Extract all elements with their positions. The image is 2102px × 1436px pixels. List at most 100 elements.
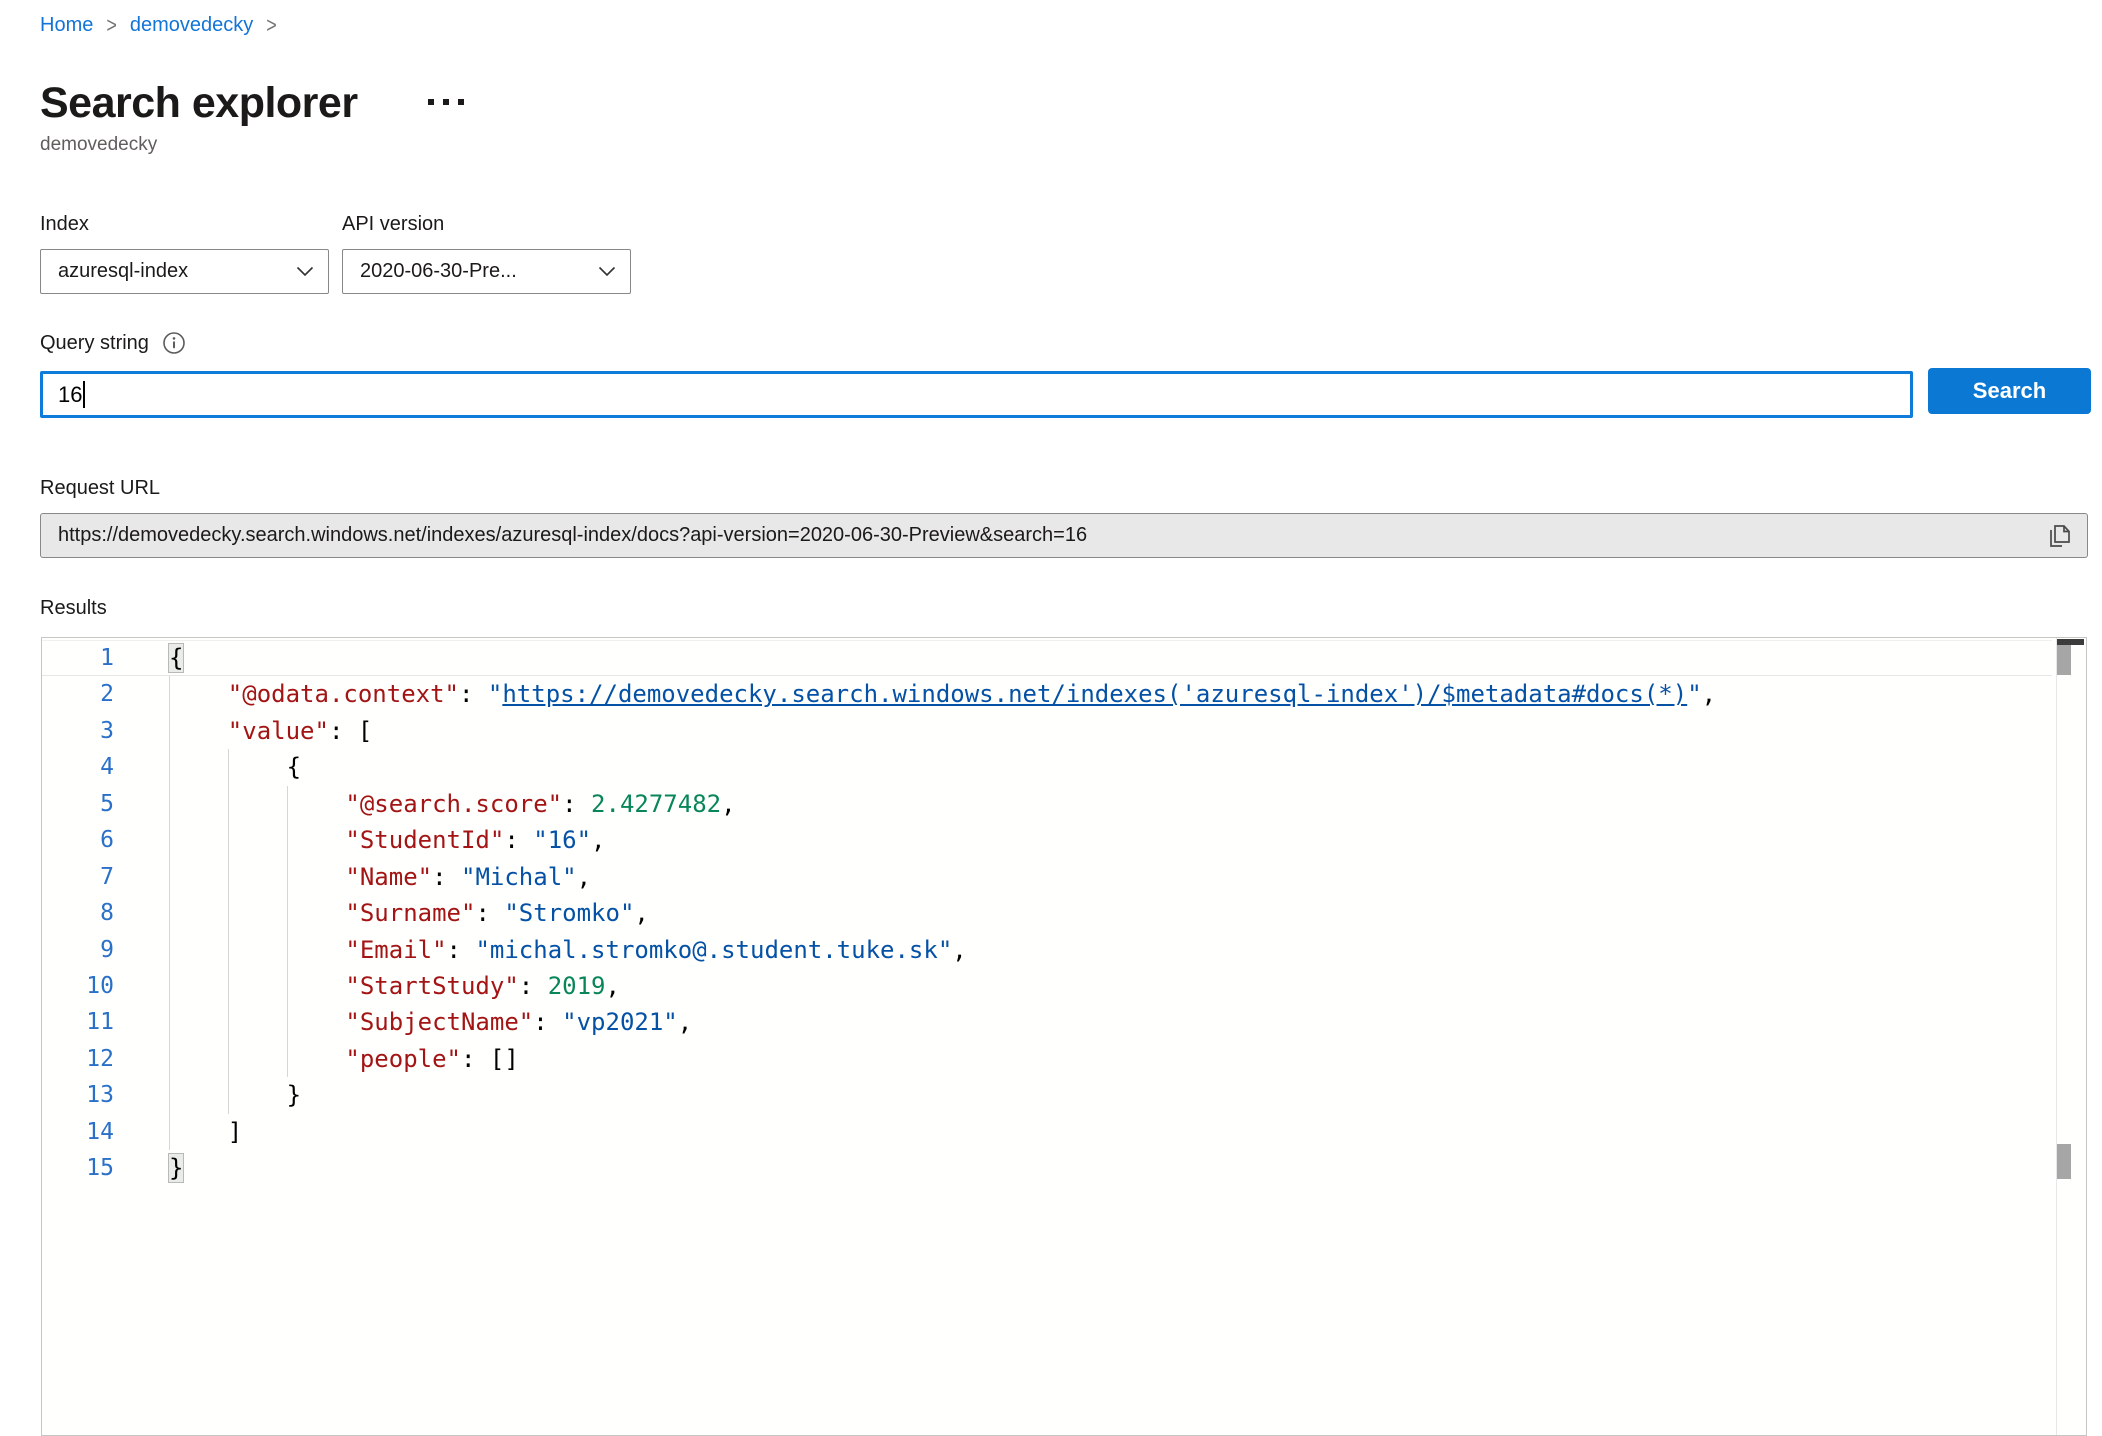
- indent-guide: [169, 822, 228, 858]
- editor-scrollbar-thumb[interactable]: [2057, 645, 2071, 675]
- tokens: "Name": "Michal",: [345, 859, 591, 895]
- tokens: "StudentId": "16",: [345, 822, 605, 858]
- tokens: "value": [: [228, 713, 373, 749]
- breadcrumb-chevron-icon: >: [106, 12, 117, 38]
- code-line: 2"@odata.context": "https://demovedecky.…: [42, 676, 2052, 712]
- more-options-icon[interactable]: [428, 99, 464, 105]
- tokens: {: [169, 641, 183, 675]
- indent-guide: [287, 859, 346, 895]
- indent-guide: [169, 859, 228, 895]
- indent-guide: [169, 968, 228, 1004]
- code-line-content: "Surname": "Stromko",: [169, 895, 2052, 931]
- index-dropdown[interactable]: azuresql-index: [40, 249, 329, 294]
- json-token: ": [488, 680, 502, 708]
- query-string-input[interactable]: 16: [40, 371, 1913, 418]
- breadcrumb-link-demovedecky[interactable]: demovedecky: [130, 14, 253, 37]
- code-line: 12"people": []: [42, 1041, 2052, 1077]
- copy-icon[interactable]: [2045, 520, 2075, 552]
- json-token: ,: [577, 863, 591, 891]
- code-line: 9"Email": "michal.stromko@.student.tuke.…: [42, 932, 2052, 968]
- tokens: {: [287, 749, 301, 785]
- line-number: 4: [42, 749, 169, 785]
- chevron-down-icon: [296, 266, 314, 277]
- json-token: : [: [329, 717, 372, 745]
- line-number: 8: [42, 895, 169, 931]
- line-number: 15: [42, 1150, 169, 1186]
- code-line-content: {: [169, 641, 2052, 675]
- json-link[interactable]: https://demovedecky.search.windows.net/i…: [502, 680, 1687, 708]
- json-token: ,: [721, 790, 735, 818]
- code-line: 13}: [42, 1077, 2052, 1113]
- indent-guide: [228, 1004, 287, 1040]
- code-line-content: "StartStudy": 2019,: [169, 968, 2052, 1004]
- json-token: "Stromko": [504, 899, 634, 927]
- json-token: ,: [591, 826, 605, 854]
- json-token: "value": [228, 717, 329, 745]
- code-line-content: "Email": "michal.stromko@.student.tuke.s…: [169, 932, 2052, 968]
- json-token: "Name": [345, 863, 432, 891]
- json-token: ": [1687, 680, 1701, 708]
- json-token: 2019: [548, 972, 606, 1000]
- json-token: :: [562, 790, 591, 818]
- code-line: 1{: [42, 640, 2052, 676]
- json-token: "michal.stromko@.student.tuke.sk": [475, 936, 952, 964]
- indent-guide: [228, 859, 287, 895]
- api-version-dropdown-value: 2020-06-30-Pre...: [360, 260, 517, 283]
- indent-guide: [169, 786, 228, 822]
- json-token: :: [432, 863, 461, 891]
- json-token: ,: [1702, 680, 1716, 708]
- line-number: 11: [42, 1004, 169, 1040]
- json-token: :: [459, 680, 488, 708]
- query-string-value: 16: [58, 382, 82, 408]
- request-url-value: https://demovedecky.search.windows.net/i…: [58, 524, 2045, 547]
- indent-guide: [228, 932, 287, 968]
- line-number: 13: [42, 1077, 169, 1113]
- tokens: "people": []: [345, 1041, 518, 1077]
- json-token: :: [475, 899, 504, 927]
- scrollbar-track-divider: [2056, 638, 2057, 1435]
- indent-guide: [228, 1077, 287, 1113]
- indent-guide: [169, 1041, 228, 1077]
- tokens: }: [169, 1150, 183, 1186]
- page-scrollbar-thumb[interactable]: [2057, 1144, 2071, 1179]
- breadcrumb: Home > demovedecky >: [40, 14, 290, 37]
- breadcrumb-link-home[interactable]: Home: [40, 14, 93, 37]
- index-label: Index: [40, 213, 89, 236]
- json-token: "StartStudy": [345, 972, 518, 1000]
- json-token: :: [533, 1008, 562, 1036]
- code-line: 8"Surname": "Stromko",: [42, 895, 2052, 931]
- json-token: "people": [345, 1045, 461, 1073]
- indent-guide: [228, 895, 287, 931]
- json-token: "Surname": [345, 899, 475, 927]
- json-token: "vp2021": [562, 1008, 678, 1036]
- code-line: 15}: [42, 1150, 2052, 1186]
- results-json-editor[interactable]: 1{2"@odata.context": "https://demovedeck…: [41, 637, 2087, 1436]
- json-token: "StudentId": [345, 826, 504, 854]
- info-icon[interactable]: [162, 331, 186, 355]
- page-title: Search explorer: [40, 79, 358, 128]
- results-label: Results: [40, 597, 107, 620]
- line-number: 5: [42, 786, 169, 822]
- line-number: 3: [42, 713, 169, 749]
- line-number: 6: [42, 822, 169, 858]
- code-line-content: "StudentId": "16",: [169, 822, 2052, 858]
- code-line-content: "Name": "Michal",: [169, 859, 2052, 895]
- line-number: 2: [42, 676, 169, 712]
- dot: [428, 99, 434, 105]
- json-token: : []: [461, 1045, 519, 1073]
- indent-guide: [169, 895, 228, 931]
- indent-guide: [228, 968, 287, 1004]
- line-number: 7: [42, 859, 169, 895]
- indent-guide: [228, 749, 287, 785]
- code-line: 10"StartStudy": 2019,: [42, 968, 2052, 1004]
- json-token: "SubjectName": [345, 1008, 533, 1036]
- tokens: "StartStudy": 2019,: [345, 968, 620, 1004]
- code-line-content: "value": [: [169, 713, 2052, 749]
- json-token: "Email": [345, 936, 446, 964]
- search-button[interactable]: Search: [1928, 368, 2091, 414]
- api-version-dropdown[interactable]: 2020-06-30-Pre...: [342, 249, 631, 294]
- code-line: 5"@search.score": 2.4277482,: [42, 786, 2052, 822]
- json-token: :: [519, 972, 548, 1000]
- json-token: "Michal": [461, 863, 577, 891]
- breadcrumb-chevron-icon: >: [266, 12, 277, 38]
